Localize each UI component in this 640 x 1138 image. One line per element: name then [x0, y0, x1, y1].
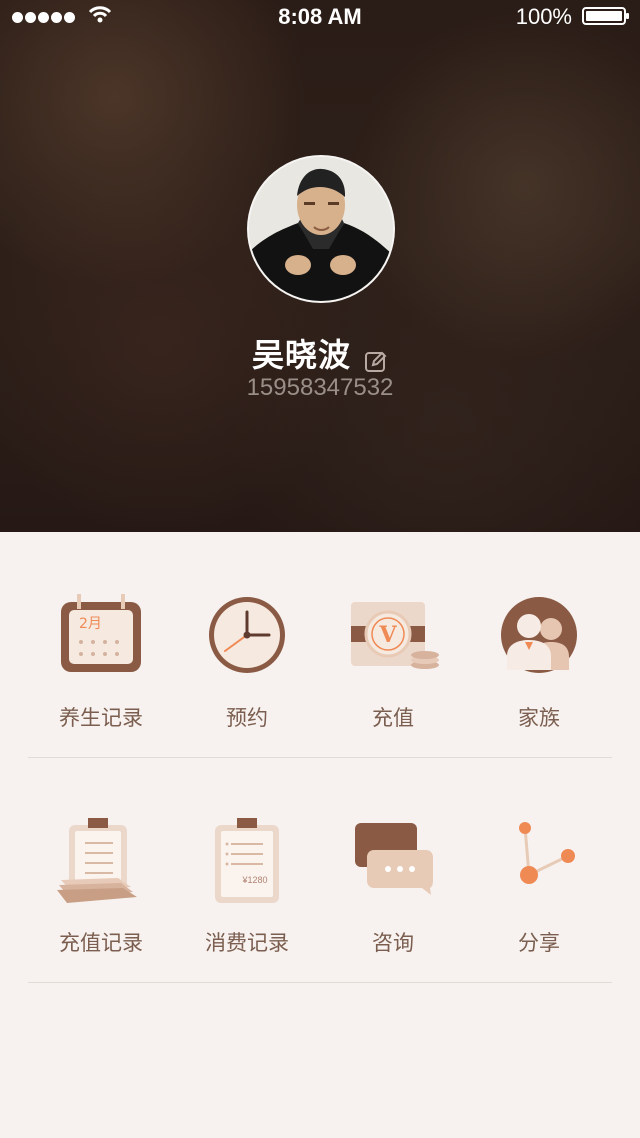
menu-item-family[interactable]: 家族	[466, 532, 612, 757]
menu-item-appointment[interactable]: 预约	[174, 532, 320, 757]
menu-item-consult[interactable]: 咨询	[320, 757, 466, 982]
menu-label: 分享	[518, 931, 560, 955]
avatar[interactable]	[247, 155, 395, 303]
user-phone: 15958347532	[246, 374, 394, 401]
calendar-icon: 2月	[61, 594, 141, 672]
menu-label: 咨询	[372, 931, 414, 955]
battery-icon	[582, 7, 629, 25]
recharge-record-icon	[57, 818, 137, 903]
status-bar: 8:08 AM 100%	[0, 0, 640, 32]
menu-item-share[interactable]: 分享	[466, 757, 612, 982]
calendar-month-text: 2月	[79, 616, 102, 632]
menu-label: 家族	[518, 706, 560, 730]
menu-item-recharge-record[interactable]: 充值记录	[28, 757, 174, 982]
menu-label: 预约	[226, 706, 268, 730]
receipt-amount-text: ¥1280	[241, 875, 267, 885]
profile-header: 8:08 AM 100% 吴晓波 15958347532	[0, 0, 640, 532]
menu-row: 2月 养生记录 预约 V 充值 家族	[28, 532, 612, 758]
user-name: 吴晓波	[251, 336, 351, 374]
menu-item-consumption-record[interactable]: ¥1280 消费记录	[174, 757, 320, 982]
battery-percentage: 100%	[515, 4, 572, 29]
chat-icon	[355, 823, 433, 895]
menu-label: 充值记录	[59, 931, 143, 955]
menu-item-health-record[interactable]: 2月 养生记录	[28, 532, 174, 757]
family-icon	[501, 597, 577, 673]
edit-icon[interactable]	[364, 350, 388, 374]
menu-label: 消费记录	[205, 931, 289, 955]
clock-icon	[209, 597, 285, 673]
menu-item-recharge[interactable]: V 充值	[320, 532, 466, 757]
recharge-icon: V	[351, 602, 439, 669]
menu-label: 养生记录	[59, 706, 143, 730]
consumption-record-icon: ¥1280	[215, 818, 279, 903]
avatar-photo	[249, 157, 393, 301]
recharge-letter-text: V	[378, 622, 397, 648]
menu-row: 充值记录 ¥1280 消费记录 咨询 分享	[28, 757, 612, 983]
share-icon	[519, 822, 575, 884]
menu-label: 充值	[372, 706, 414, 730]
